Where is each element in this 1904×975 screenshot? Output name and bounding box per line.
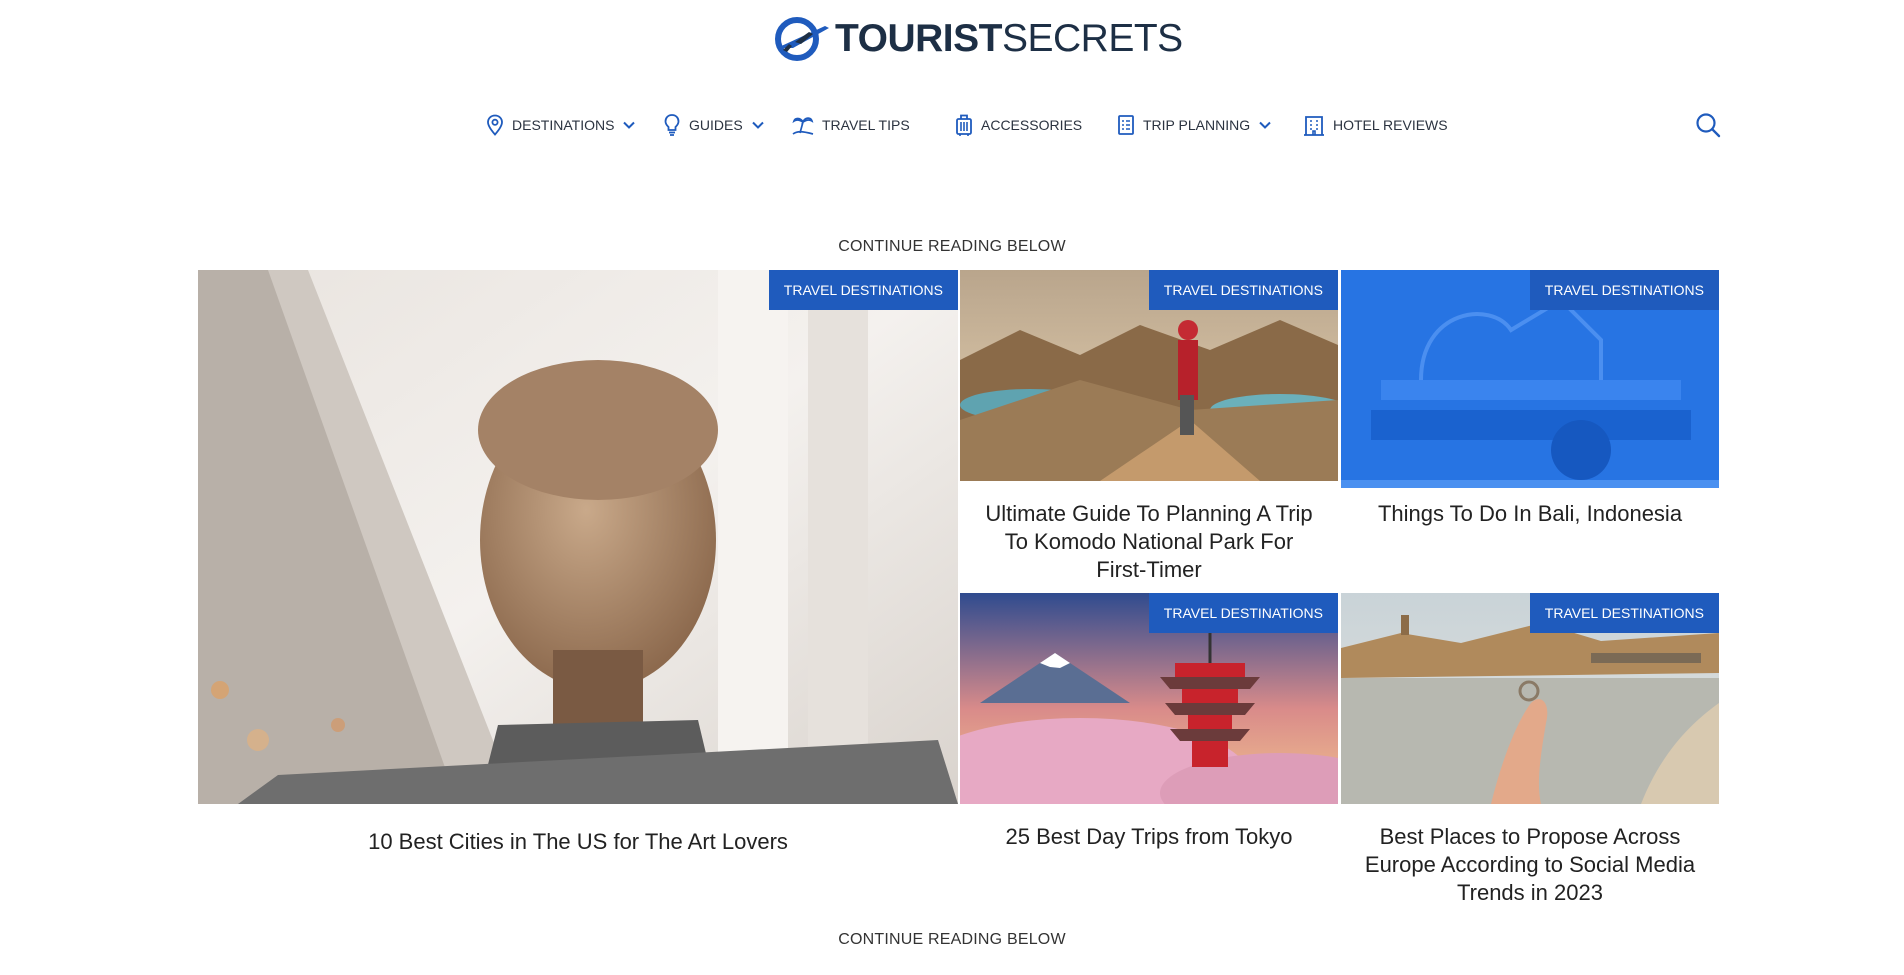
logo-wordmark: TOURISTSECRETS xyxy=(835,19,1183,58)
nav-item-label: ACCESSORIES xyxy=(981,117,1083,133)
category-badge[interactable]: TRAVEL DESTINATIONS xyxy=(1148,593,1338,633)
category-badge[interactable]: TRAVEL DESTINATIONS xyxy=(768,270,958,310)
main-navigation: DESTINATIONS GUIDES TRAVEL TIPS ACCESSOR… xyxy=(0,110,1904,140)
continue-reading-label: CONTINUE READING BELOW xyxy=(838,238,1066,255)
nav-item-accessories[interactable]: ACCESSORIES xyxy=(955,110,1082,140)
nav-item-label: HOTEL REVIEWS xyxy=(1333,117,1448,133)
nav-item-hotel-reviews[interactable]: HOTEL REVIEWS xyxy=(1303,110,1448,140)
nav-item-label: TRIP PLANNING xyxy=(1143,117,1251,133)
article-image xyxy=(198,270,958,804)
article-title[interactable]: 25 Best Day Trips from Tokyo xyxy=(960,823,1338,851)
nav-item-label: TRAVEL TIPS xyxy=(822,117,910,133)
site-logo[interactable]: TOURISTSECRETS xyxy=(773,14,1183,62)
article-title[interactable]: 10 Best Cities in The US for The Art Lov… xyxy=(198,828,958,856)
article-card-tokyo[interactable]: TRAVEL DESTINATIONS 25 Best Day Trips fr… xyxy=(960,593,1338,858)
chevron-down-icon xyxy=(623,121,636,129)
article-card-komodo[interactable]: TRAVEL DESTINATIONS Ultimate Guide To Pl… xyxy=(960,270,1338,590)
checklist-icon xyxy=(1118,115,1134,135)
category-badge[interactable]: TRAVEL DESTINATIONS xyxy=(1529,270,1719,310)
beach-palm-icon xyxy=(792,117,814,135)
article-card-art-cities[interactable]: TRAVEL DESTINATIONS 10 Best Cities in Th… xyxy=(198,270,958,860)
airplane-globe-logo-icon xyxy=(775,17,829,61)
category-badge[interactable]: TRAVEL DESTINATIONS xyxy=(1529,593,1719,633)
article-card-propose-europe[interactable]: TRAVEL DESTINATIONS Best Places to Propo… xyxy=(1341,593,1719,913)
logo-text-bold: TOURIST xyxy=(835,16,1002,60)
article-title[interactable]: Ultimate Guide To Planning A Trip To Kom… xyxy=(960,500,1338,584)
map-pin-icon xyxy=(487,114,503,136)
article-title[interactable]: Best Places to Propose Across Europe Acc… xyxy=(1341,823,1719,907)
continue-reading-label: CONTINUE READING BELOW xyxy=(838,931,1066,948)
nav-item-trip-planning[interactable]: TRIP PLANNING xyxy=(1117,110,1271,140)
nav-item-guides[interactable]: GUIDES xyxy=(663,110,764,140)
nav-item-label: DESTINATIONS xyxy=(512,117,615,133)
nav-item-label: GUIDES xyxy=(689,117,743,133)
chevron-down-icon xyxy=(1259,121,1271,129)
nav-item-destinations[interactable]: DESTINATIONS xyxy=(486,110,636,140)
lightbulb-icon xyxy=(664,114,680,136)
chevron-down-icon xyxy=(751,121,764,129)
article-card-bali[interactable]: TRAVEL DESTINATIONS Things To Do In Bali… xyxy=(1341,270,1719,590)
search-icon[interactable] xyxy=(1694,111,1722,139)
category-badge[interactable]: TRAVEL DESTINATIONS xyxy=(1148,270,1338,310)
nav-item-travel-tips[interactable]: TRAVEL TIPS xyxy=(792,110,910,140)
hotel-building-icon xyxy=(1304,116,1324,136)
logo-text-light: SECRETS xyxy=(1001,16,1183,60)
luggage-icon xyxy=(956,114,972,136)
article-title[interactable]: Things To Do In Bali, Indonesia xyxy=(1341,500,1719,528)
